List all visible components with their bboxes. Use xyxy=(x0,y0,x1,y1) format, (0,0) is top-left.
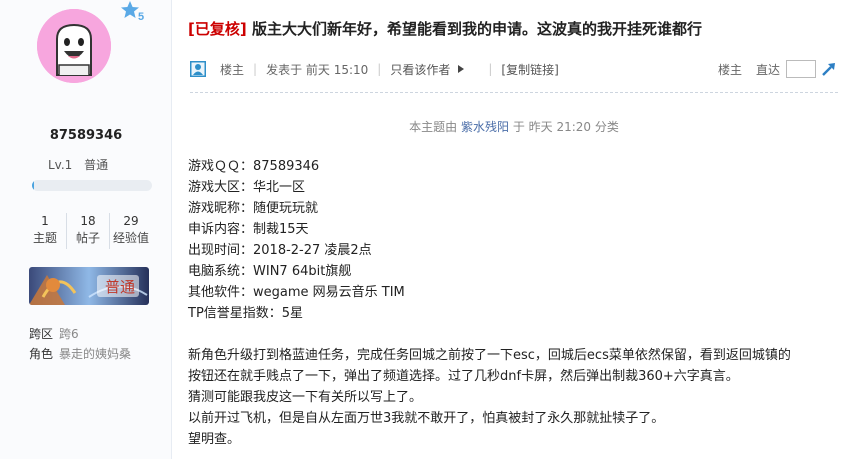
caret-right-icon[interactable] xyxy=(456,64,466,74)
author-role: 楼主 xyxy=(220,62,245,77)
post-content: 游戏ＱＱ：87589346 游戏大区：华北一区 游戏昵称：随便玩玩就 申诉内容：… xyxy=(188,156,848,450)
moderator-link[interactable]: 紫水残阳 xyxy=(461,120,509,134)
post-title-text: 版主大大们新年好，希望能看到我的申请。这波真的我开挂死谁都行 xyxy=(246,20,702,38)
post-time: 发表于 前天 15:10 xyxy=(266,62,369,77)
jump-label: 直达 xyxy=(755,62,780,77)
post-body: 新角色升级打到格蓝迪任务，完成任务回城之前按了一下esc，回城后ecs菜单依然保… xyxy=(188,345,848,450)
body-line: 新角色升级打到格蓝迪任务，完成任务回城之前按了一下esc，回城后ecs菜单依然保… xyxy=(188,348,791,363)
medal-text: 普通 xyxy=(105,279,135,296)
field-line: TP信誉星指数：5星 xyxy=(188,306,304,321)
category-note: 本主题由 紫水残阳 于 昨天 21:20 分类 xyxy=(409,120,619,134)
meta-separator: | xyxy=(253,62,258,76)
field-line: 申诉内容：制裁15天 xyxy=(188,222,309,237)
only-author-link[interactable]: 只看该作者 xyxy=(390,61,450,78)
post-title: [已复核] 版主大大们新年好，希望能看到我的申请。这波真的我开挂死谁都行 xyxy=(188,18,702,39)
medal-badge[interactable]: 普通 xyxy=(29,267,149,305)
review-tag[interactable]: [已复核] xyxy=(188,20,247,38)
star-badge-icon: 5 xyxy=(120,0,150,24)
floor-controls: 楼主 直达 xyxy=(718,58,838,80)
field-line: 游戏大区：华北一区 xyxy=(188,180,306,195)
field-line: 游戏ＱＱ：87589346 xyxy=(188,159,320,174)
meta-separator: | xyxy=(488,62,493,76)
level-progress-fill xyxy=(32,180,35,191)
meta-separator: | xyxy=(377,62,382,76)
field-line: 电脑系统：WIN7 64bit旗舰 xyxy=(188,264,352,279)
copy-link[interactable]: [复制链接] xyxy=(501,61,558,78)
user-stats: 1 主题 18 帖子 29 经验值 xyxy=(24,213,152,249)
star-badge-number: 5 xyxy=(138,11,144,23)
body-line: 猜测可能跟我皮这一下有关所以写上了。 xyxy=(188,390,423,405)
stat-exp[interactable]: 29 经验值 xyxy=(110,213,152,249)
info-server: 跨区 跨6 xyxy=(29,327,79,341)
field-line: 游戏昵称：随便玩玩就 xyxy=(188,201,319,216)
info-character: 角色 暴走的姨妈桑 xyxy=(29,347,132,361)
body-line: 望明查。 xyxy=(188,432,241,447)
user-icon[interactable] xyxy=(190,61,206,77)
field-line: 出现时间：2018-2-27 凌晨2点 xyxy=(188,243,372,258)
body-line: 以前开过飞机，但是自从左面万世3我就不敢开了，怕真被封了永久那就扯犊子了。 xyxy=(188,411,665,426)
author-sidebar: 5 87589346 Lv.1 普通 1 主题 18 帖子 29 经验值 普通 … xyxy=(0,0,172,459)
username[interactable]: 87589346 xyxy=(0,128,172,143)
user-level: Lv.1 xyxy=(48,158,73,172)
user-rank: 普通 xyxy=(84,158,109,172)
level-row: Lv.1 普通 xyxy=(48,156,116,173)
meta-divider xyxy=(190,92,838,93)
avatar[interactable] xyxy=(37,9,111,83)
body-line: 按钮还在就手贱点了一下，弹出了频道选择。过了几秒dnf卡屏，然后弹出制裁360+… xyxy=(188,369,739,384)
jump-floor-input[interactable] xyxy=(786,60,816,78)
stat-posts[interactable]: 18 帖子 xyxy=(67,213,110,249)
floor-label: 楼主 xyxy=(717,62,742,77)
post-meta: 楼主 | 发表于 前天 15:10 | 只看该作者 | [复制链接] 楼主 直达 xyxy=(190,58,838,80)
jump-arrow-icon[interactable] xyxy=(820,60,838,78)
level-progress-bar xyxy=(32,180,152,191)
field-line: 其他软件：wegame 网易云音乐 TIM xyxy=(188,285,405,300)
stat-topics[interactable]: 1 主题 xyxy=(24,213,67,249)
